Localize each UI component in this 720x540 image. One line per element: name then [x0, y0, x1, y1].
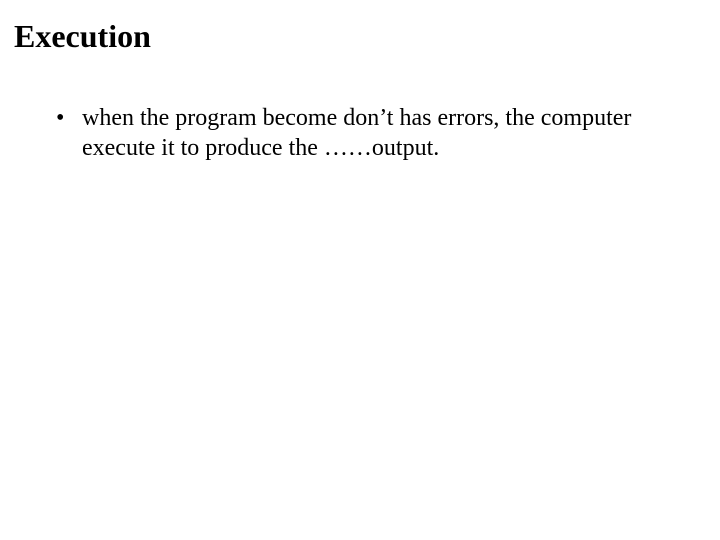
slide-title: Execution: [14, 18, 706, 55]
bullet-list: when the program become don’t has errors…: [14, 103, 706, 163]
bullet-item: when the program become don’t has errors…: [56, 103, 706, 163]
